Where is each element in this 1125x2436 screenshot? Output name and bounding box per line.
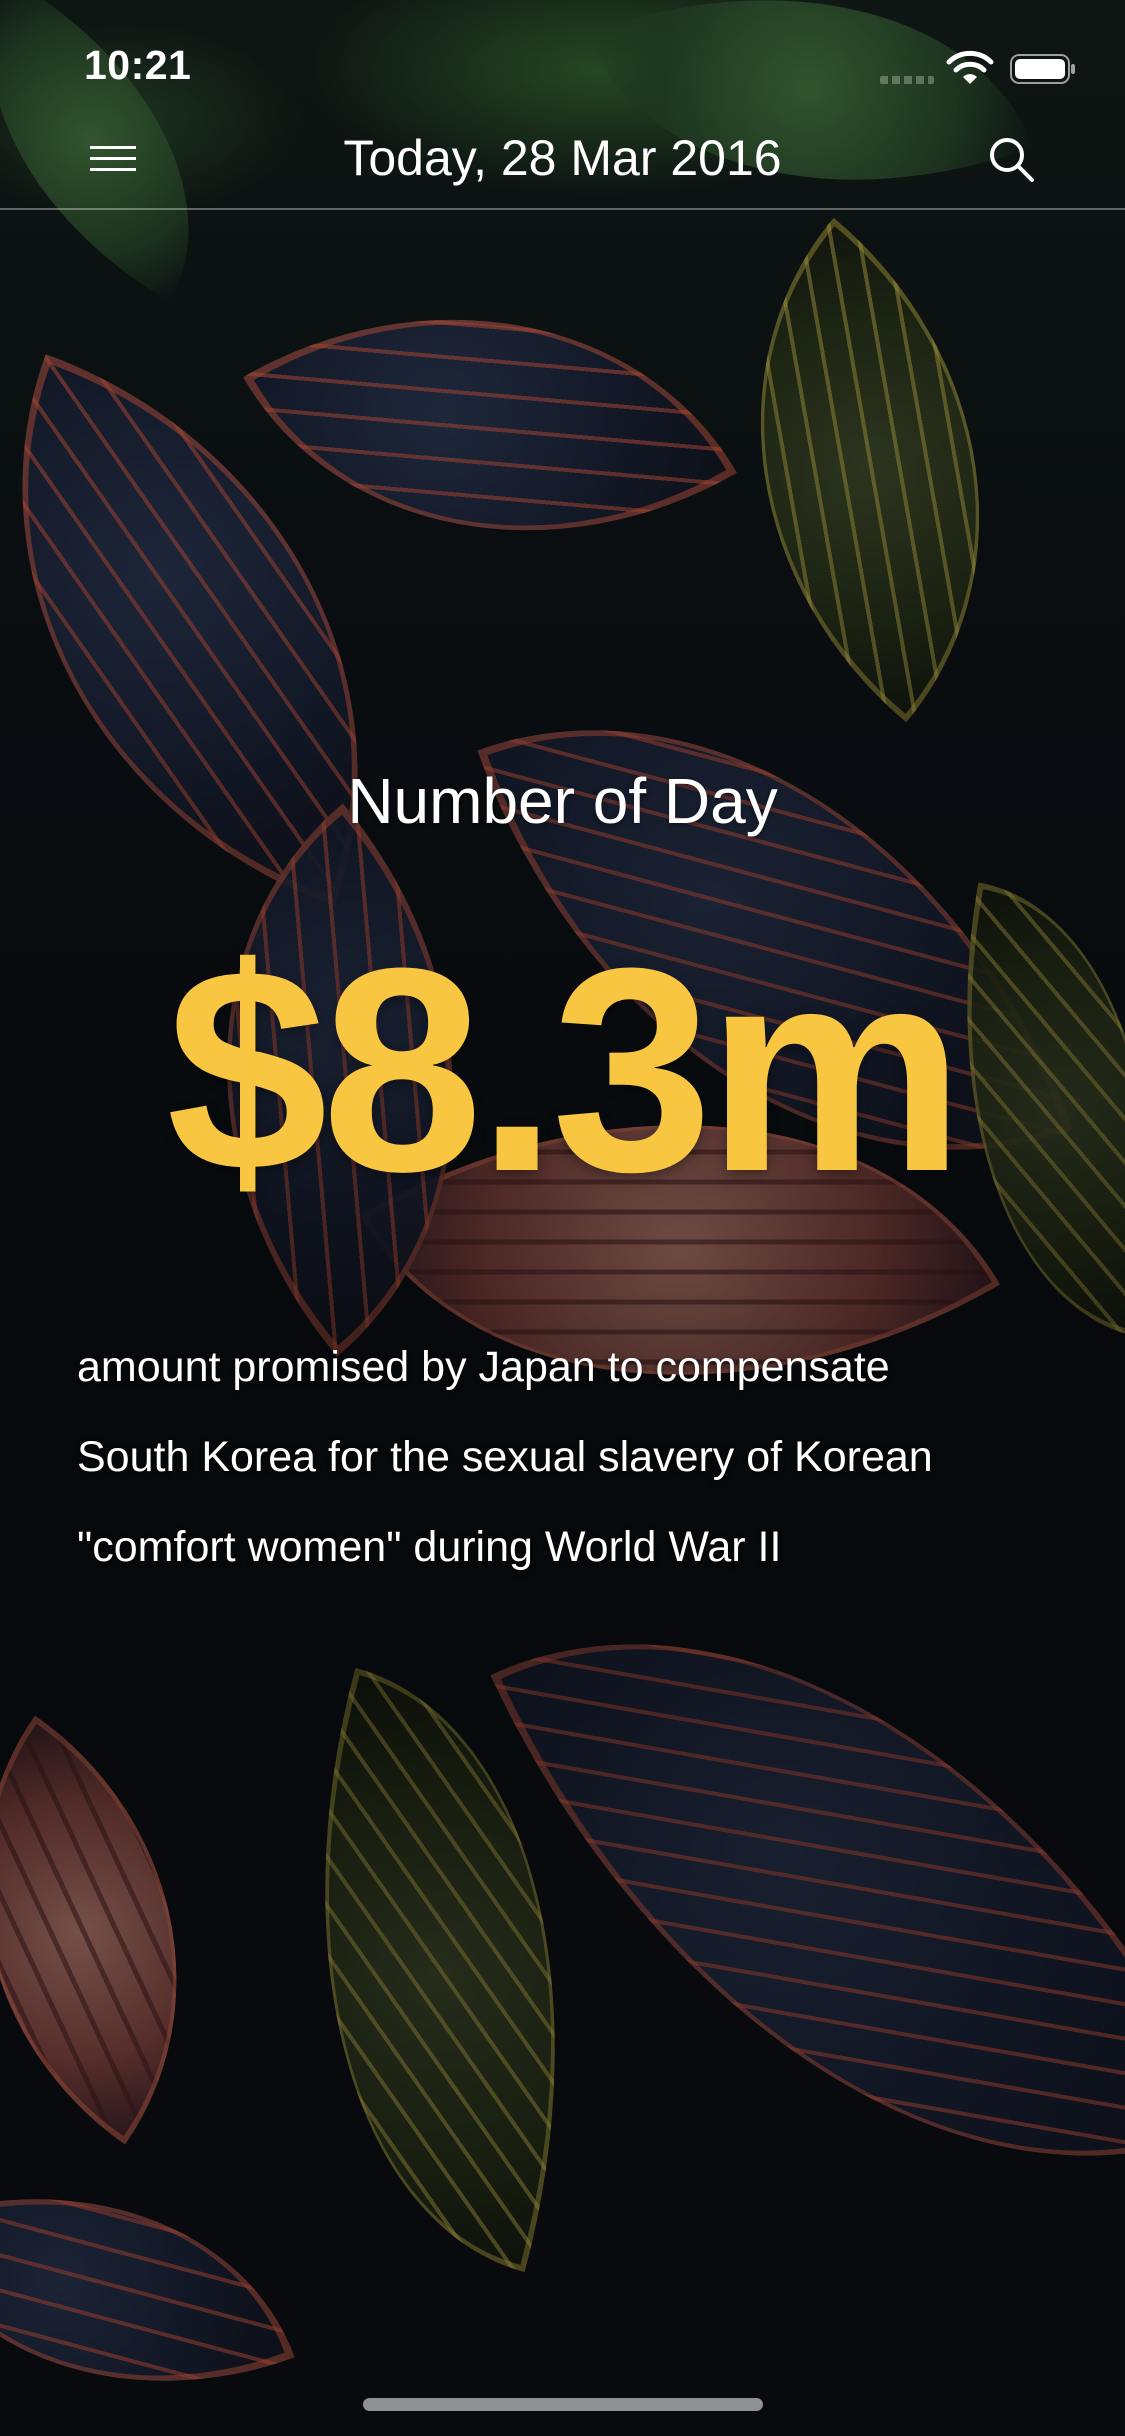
wifi-icon xyxy=(946,50,994,84)
navigation-bar: Today, 28 Mar 2016 xyxy=(0,110,1125,210)
nav-title: Today, 28 Mar 2016 xyxy=(343,130,782,186)
background-leaf xyxy=(0,1715,298,2145)
battery-icon xyxy=(1010,54,1075,84)
search-icon xyxy=(990,138,1034,182)
app-screen: 10:21 Today, 28 Mar 2016 Number of Day $… xyxy=(0,0,1125,2436)
background-leaf xyxy=(490,1472,1125,2328)
cellular-signal-icon xyxy=(880,76,934,84)
background-leaf xyxy=(242,187,738,663)
menu-button[interactable] xyxy=(78,128,148,190)
section-heading: Number of Day xyxy=(347,765,778,837)
description-line: "comfort women" during World War II xyxy=(77,1523,782,1571)
background-leaf xyxy=(0,2113,295,2436)
status-time: 10:21 xyxy=(84,42,192,88)
featured-number: $8.3m xyxy=(166,908,964,1232)
hamburger-menu-icon xyxy=(90,146,136,171)
search-button[interactable] xyxy=(976,124,1046,194)
description-line: South Korea for the sexual slavery of Ko… xyxy=(77,1433,933,1481)
description-line: amount promised by Japan to compensate xyxy=(77,1343,890,1391)
number-description: amount promised by Japan to compensate S… xyxy=(77,1322,1067,1592)
home-indicator[interactable] xyxy=(363,2398,763,2411)
